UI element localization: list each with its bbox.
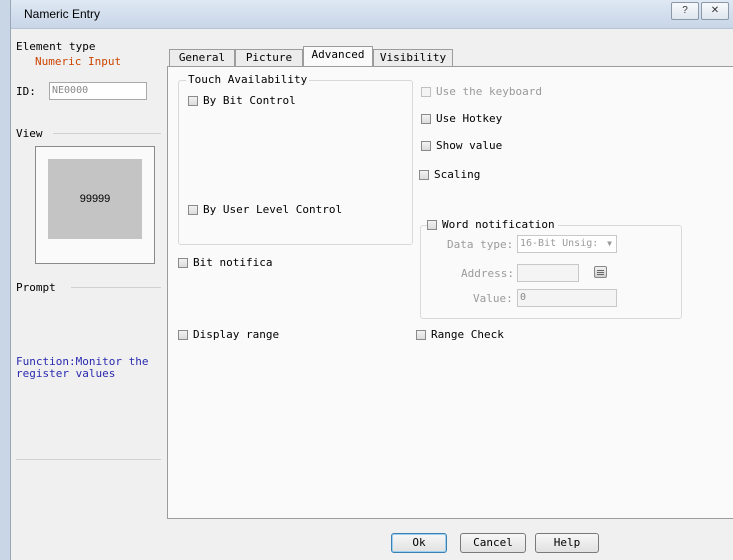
tab-picture[interactable]: Picture: [235, 49, 303, 66]
checkbox-box[interactable]: [188, 204, 198, 215]
ok-button[interactable]: Ok: [391, 533, 447, 553]
data-type-select[interactable]: 16-Bit Unsig: ▼: [517, 235, 617, 253]
window-title: Nameric Entry: [24, 7, 101, 21]
prompt-label: Prompt: [16, 281, 56, 294]
id-label: ID:: [16, 85, 36, 98]
tab-general[interactable]: General: [169, 49, 235, 66]
checkbox-box[interactable]: [421, 113, 431, 124]
help-button[interactable]: Help: [535, 533, 599, 553]
use-hotkey-checkbox[interactable]: Use Hotkey: [421, 112, 502, 125]
checkbox-box[interactable]: [178, 329, 188, 340]
touch-availability-title: Touch Availability: [186, 73, 310, 86]
value-label: Value:: [473, 292, 513, 305]
preview-value: 99999: [48, 159, 142, 239]
checkbox-box[interactable]: [419, 169, 429, 180]
use-hotkey-label: Use Hotkey: [436, 112, 503, 125]
by-user-level-control-checkbox[interactable]: By User Level Control: [188, 203, 342, 216]
address-field[interactable]: [517, 264, 579, 282]
by-bit-control-checkbox[interactable]: By Bit Control: [188, 94, 296, 107]
preview-frame: 99999: [35, 146, 155, 264]
element-type-label: Element type: [16, 40, 96, 53]
checkbox-box[interactable]: [421, 140, 431, 151]
bit-notification-label: Bit notifica: [193, 256, 273, 269]
display-range-checkbox[interactable]: Display range: [178, 328, 279, 341]
view-label: View: [16, 127, 43, 140]
value-field[interactable]: 0: [517, 289, 617, 307]
tab-visibility[interactable]: Visibility: [373, 49, 453, 66]
word-notification-checkbox[interactable]: Word notification: [427, 218, 558, 231]
bit-notification-checkbox[interactable]: Bit notifica: [178, 256, 272, 269]
prompt-text: Function:Monitor the register values: [16, 355, 149, 380]
address-label: Address:: [461, 267, 514, 280]
title-bar: Nameric Entry ? ✕: [11, 0, 733, 29]
help-icon[interactable]: ?: [671, 2, 699, 20]
use-keyboard-label: Use the keyboard: [436, 85, 542, 98]
dialog-window: Nameric Entry ? ✕ Element type Numeric I…: [10, 0, 733, 560]
data-type-label: Data type:: [447, 238, 514, 251]
scaling-checkbox[interactable]: Scaling: [419, 168, 480, 181]
tab-advanced[interactable]: Advanced: [303, 46, 373, 66]
data-type-value: 16-Bit Unsig:: [520, 238, 599, 249]
cancel-button[interactable]: Cancel: [460, 533, 526, 553]
keypad-icon[interactable]: [594, 266, 607, 278]
advanced-tab-panel: Touch Availability By Bit Control By Use…: [167, 66, 733, 519]
scaling-label: Scaling: [434, 168, 481, 181]
word-notification-label: Word notification: [442, 218, 555, 231]
checkbox-box[interactable]: [421, 86, 431, 97]
id-field[interactable]: NE0000: [49, 82, 147, 100]
checkbox-box[interactable]: [427, 219, 437, 230]
checkbox-box[interactable]: [188, 95, 198, 106]
checkbox-box[interactable]: [416, 329, 426, 340]
display-range-label: Display range: [193, 328, 280, 341]
show-value-label: Show value: [436, 139, 503, 152]
element-type-value: Numeric Input: [35, 55, 122, 68]
by-user-level-control-label: By User Level Control: [203, 203, 343, 216]
checkbox-box[interactable]: [178, 257, 188, 268]
close-icon[interactable]: ✕: [701, 2, 729, 20]
use-keyboard-checkbox[interactable]: Use the keyboard: [421, 85, 542, 98]
show-value-checkbox[interactable]: Show value: [421, 139, 502, 152]
range-check-checkbox[interactable]: Range Check: [416, 328, 504, 341]
chevron-down-icon[interactable]: ▼: [607, 236, 612, 252]
by-bit-control-label: By Bit Control: [203, 94, 296, 107]
range-check-label: Range Check: [431, 328, 504, 341]
